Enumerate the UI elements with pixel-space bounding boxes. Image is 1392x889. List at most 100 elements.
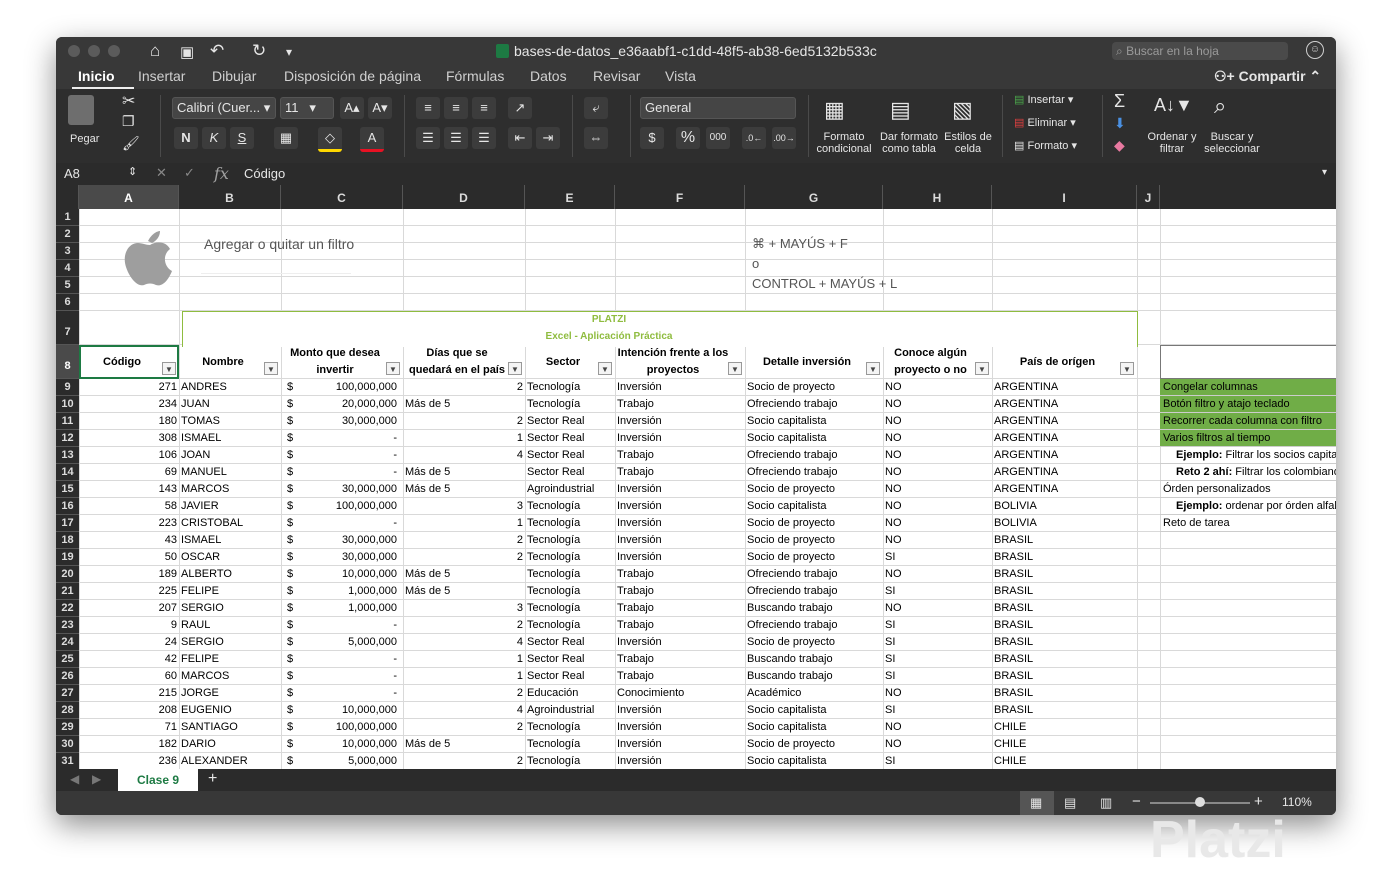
table-cell-codigo[interactable]: 308 (79, 430, 179, 447)
zoom-slider-thumb[interactable] (1195, 797, 1205, 807)
table-cell-sector[interactable]: Sector Real (525, 430, 615, 447)
table-cell-sector[interactable]: Tecnología (525, 396, 615, 413)
table-cell-conoce[interactable]: NO (883, 566, 992, 583)
clear-icon[interactable]: ◆ (1114, 137, 1125, 154)
table-cell-conoce[interactable]: NO (883, 396, 992, 413)
table-header-cell[interactable]: Días que se quedará en el país (403, 346, 525, 378)
table-cell-codigo[interactable]: 69 (79, 464, 179, 481)
table-cell-dias[interactable]: 2 (403, 719, 525, 736)
table-cell-monto[interactable]: 10,000,000 (299, 736, 399, 753)
minimize-window-button[interactable] (88, 45, 100, 57)
table-cell-pais[interactable]: CHILE (992, 736, 1137, 753)
column-header-g[interactable]: G (745, 185, 883, 209)
zoom-level[interactable]: 110% (1282, 795, 1312, 809)
row-header[interactable]: 1 (56, 209, 79, 226)
table-cell-conoce[interactable]: NO (883, 379, 992, 396)
table-cell-conoce[interactable]: NO (883, 430, 992, 447)
table-cell-nombre[interactable]: SANTIAGO (179, 719, 281, 736)
table-cell-codigo[interactable]: 60 (79, 668, 179, 685)
table-cell-nombre[interactable]: CRISTOBAL (179, 515, 281, 532)
table-cell-sector[interactable]: Educación (525, 685, 615, 702)
table-header-cell[interactable]: Monto que desea invertir (281, 346, 403, 378)
table-cell-dias[interactable]: 2 (403, 379, 525, 396)
name-box[interactable]: A8 (64, 166, 80, 181)
align-center-icon[interactable]: ☰ (444, 127, 468, 149)
table-cell-pais[interactable]: BRASIL (992, 617, 1137, 634)
table-cell-monto[interactable]: 100,000,000 (299, 719, 399, 736)
table-row[interactable]: 236 ALEXANDER $5,000,000 2 Tecnología Inversi… (56, 753, 1160, 769)
increase-indent-icon[interactable]: ⇥ (536, 127, 560, 149)
cut-icon[interactable]: ✂ (122, 91, 135, 111)
side-note[interactable]: Órden personalizados (1160, 481, 1336, 498)
table-cell-codigo[interactable]: 58 (79, 498, 179, 515)
format-as-table-label[interactable]: Dar formato como tabla (874, 131, 944, 155)
side-note[interactable]: Recorrer cada columna con filtro (1160, 413, 1336, 430)
table-cell-monto[interactable]: 10,000,000 (299, 702, 399, 719)
font-color-icon[interactable]: A (360, 127, 384, 152)
table-cell-conoce[interactable]: SI (883, 583, 992, 600)
table-cell-detalle[interactable]: Socio capitalista (745, 753, 883, 769)
table-row[interactable]: 225 FELIPE $1,000,000 Más de 5 Tecnología Tra… (56, 583, 1160, 600)
table-cell-nombre[interactable]: OSCAR (179, 549, 281, 566)
table-row[interactable]: 223 CRISTOBAL $ -1 Tecnología Inversión Socio … (56, 515, 1160, 532)
table-cell-conoce[interactable]: SI (883, 549, 992, 566)
table-header-cell[interactable]: Detalle inversión (745, 346, 883, 378)
table-cell-intencion[interactable]: Conocimiento (615, 685, 745, 702)
filter-dropdown-icon[interactable]: ▼ (598, 362, 612, 375)
table-cell-codigo[interactable]: 180 (79, 413, 179, 430)
table-cell-dias[interactable]: Más de 5 (403, 583, 525, 600)
table-row[interactable]: 308 ISMAEL $ -1 Sector Real Inversión Socio ca… (56, 430, 1160, 447)
underline-button[interactable]: S (230, 127, 254, 149)
table-cell-conoce[interactable]: SI (883, 668, 992, 685)
table-cell-codigo[interactable]: 215 (79, 685, 179, 702)
table-cell-detalle[interactable]: Buscando trabajo (745, 668, 883, 685)
table-row[interactable]: 42 FELIPE $ -1 Sector Real Trabajo Buscando tr… (56, 651, 1160, 668)
table-cell-intencion[interactable]: Inversión (615, 413, 745, 430)
table-cell-monto[interactable]: 30,000,000 (299, 481, 399, 498)
close-window-button[interactable] (68, 45, 80, 57)
table-cell-sector[interactable]: Tecnología (525, 515, 615, 532)
add-sheet-icon[interactable]: + (208, 770, 217, 788)
table-cell-monto[interactable]: - (299, 651, 399, 668)
table-cell-dias[interactable]: Más de 5 (403, 396, 525, 413)
page-break-view-icon[interactable]: ▥ (1100, 795, 1112, 811)
table-cell-nombre[interactable]: EUGENIO (179, 702, 281, 719)
align-bottom-icon[interactable]: ≡ (472, 97, 496, 119)
table-cell-monto[interactable]: - (299, 430, 399, 447)
table-cell-dias[interactable]: 1 (403, 430, 525, 447)
name-box-stepper-icon[interactable]: ⇕ (128, 165, 137, 178)
table-cell-nombre[interactable]: ISMAEL (179, 532, 281, 549)
tab-revisar[interactable]: Revisar (593, 68, 640, 84)
table-cell-nombre[interactable]: JAVIER (179, 498, 281, 515)
table-cell-pais[interactable]: ARGENTINA (992, 413, 1137, 430)
confirm-entry-icon[interactable]: ✓ (184, 165, 195, 181)
table-cell-pais[interactable]: ARGENTINA (992, 430, 1137, 447)
zoom-out-icon[interactable]: − (1132, 793, 1141, 810)
table-row[interactable]: 234 JUAN $20,000,000 Más de 5 Tecnología Trab… (56, 396, 1160, 413)
table-cell-nombre[interactable]: RAUL (179, 617, 281, 634)
find-select-icon[interactable]: ⌕ (1214, 93, 1226, 119)
table-cell-codigo[interactable]: 50 (79, 549, 179, 566)
table-cell-conoce[interactable]: SI (883, 753, 992, 769)
row-header[interactable]: 4 (56, 260, 79, 277)
table-cell-dias[interactable]: 2 (403, 753, 525, 769)
table-cell-codigo[interactable]: 43 (79, 532, 179, 549)
table-row[interactable]: 24 SERGIO $5,000,000 4 Sector Real Inversión S… (56, 634, 1160, 651)
table-cell-pais[interactable]: ARGENTINA (992, 447, 1137, 464)
table-cell-dias[interactable]: 3 (403, 498, 525, 515)
table-cell-detalle[interactable]: Ofreciendo trabajo (745, 447, 883, 464)
table-cell-codigo[interactable]: 207 (79, 600, 179, 617)
table-cell-codigo[interactable]: 9 (79, 617, 179, 634)
table-row[interactable]: 71 SANTIAGO $100,000,000 2 Tecnología Inversi… (56, 719, 1160, 736)
table-cell-codigo[interactable]: 24 (79, 634, 179, 651)
table-cell-detalle[interactable]: Socio capitalista (745, 413, 883, 430)
expand-formula-icon[interactable]: ▾ (1322, 167, 1327, 178)
percent-icon[interactable]: % (676, 127, 700, 149)
side-note[interactable]: Botón filtro y atajo teclado (1160, 396, 1336, 413)
table-row[interactable]: 180 TOMAS $30,000,000 2 Sector Real Inversión… (56, 413, 1160, 430)
table-cell-detalle[interactable]: Socio de proyecto (745, 532, 883, 549)
table-cell-dias[interactable]: 4 (403, 447, 525, 464)
sheet-tab-clase-9[interactable]: Clase 9 (118, 769, 198, 791)
table-cell-intencion[interactable]: Inversión (615, 430, 745, 447)
table-header-cell[interactable]: Intención frente a los proyectos (615, 346, 745, 378)
